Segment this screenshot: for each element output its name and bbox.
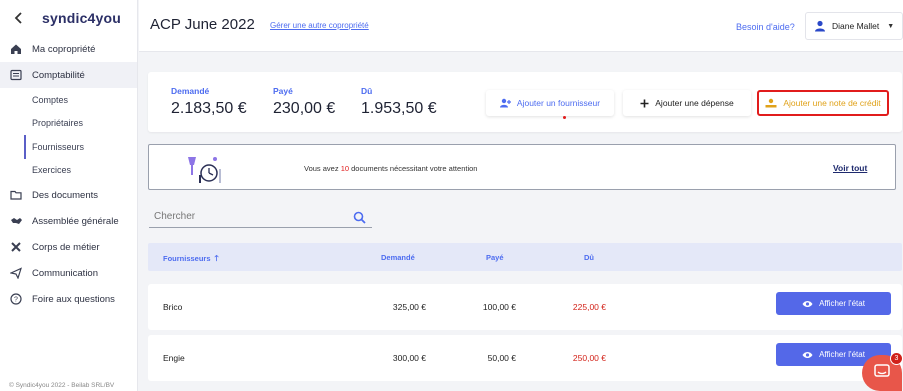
- add-expense-label: Ajouter une dépense: [655, 98, 734, 108]
- chevron-left-icon[interactable]: [12, 11, 26, 25]
- documents-illustration-icon: [185, 153, 229, 185]
- add-credit-note-button[interactable]: Ajouter une note de crédit: [757, 90, 889, 116]
- metric-value: 230,00 €: [273, 100, 336, 117]
- column-header-paid: Payé: [486, 253, 504, 262]
- show-state-button[interactable]: Afficher l'état: [776, 292, 891, 315]
- tools-icon: [9, 240, 23, 254]
- sidebar-subitem-fournisseurs[interactable]: Fournisseurs: [24, 135, 137, 159]
- add-supplier-label: Ajouter un fournisseur: [516, 98, 601, 108]
- sidebar-item-ma-copropriete[interactable]: Ma copropriété: [0, 36, 137, 62]
- metric-label: Demandé: [171, 86, 210, 96]
- sort-up-icon[interactable]: 🡑: [215, 253, 219, 267]
- logo[interactable]: syndic4you: [42, 10, 121, 26]
- cell-paid: 100,00 €: [482, 302, 516, 312]
- cell-demanded: 325,00 €: [392, 302, 426, 312]
- summary-card: Demandé 2.183,50 € Payé 230,00 € Dû 1.95…: [148, 72, 902, 132]
- question-icon: ?: [9, 292, 23, 306]
- column-header-demanded: Demandé: [381, 253, 415, 262]
- logo-row: syndic4you: [0, 0, 137, 36]
- folder-icon: [9, 188, 23, 202]
- sidebar-subitem-proprietaires[interactable]: Propriétaires: [0, 112, 137, 136]
- column-header-label: Fournisseurs: [163, 254, 211, 263]
- metric-value: 2.183,50 €: [171, 100, 247, 117]
- sidebar-item-label: Comptabilité: [32, 69, 85, 81]
- notice-text-after: documents nécessitant votre attention: [349, 164, 478, 173]
- sidebar-nav: Ma copropriété Comptabilité Comptes Prop…: [0, 36, 137, 312]
- sidebar-item-label: Communication: [32, 267, 98, 279]
- cell-due: 250,00 €: [572, 353, 606, 363]
- notice-count: 10: [340, 164, 350, 173]
- notice-text-before: Vous avez: [304, 164, 341, 173]
- sidebar: syndic4you Ma copropriété Comptabilité C…: [0, 0, 138, 391]
- notice-text: Vous avez 10 documents nécessitant votre…: [304, 164, 477, 173]
- metric-paid: Payé 230,00 €: [273, 86, 335, 118]
- search-icon[interactable]: [353, 211, 366, 224]
- table-row: Engie 300,00 € 50,00 € 250,00 € Afficher…: [148, 335, 902, 381]
- attention-notice: Vous avez 10 documents nécessitant votre…: [148, 144, 896, 190]
- plus-icon: [640, 99, 649, 108]
- table-header: Fournisseurs 🡑 Demandé Payé Dû: [148, 243, 902, 271]
- cell-supplier: Brico: [163, 302, 183, 312]
- metric-value: 1.953,50 €: [361, 100, 437, 117]
- header: ACP June 2022 Gérer une autre copropriét…: [139, 0, 903, 52]
- metric-due: Dû 1.953,50 €: [361, 86, 437, 118]
- user-name: Diane Mallet: [832, 21, 880, 31]
- search-bar: [149, 208, 372, 228]
- metric-demanded: Demandé 2.183,50 €: [171, 86, 247, 118]
- sidebar-footer: © Syndic4you 2022 - Beilab SRL/BV: [9, 382, 115, 389]
- chat-badge: 3: [890, 352, 903, 365]
- add-credit-note-label: Ajouter une note de crédit: [783, 98, 881, 108]
- sidebar-item-documents[interactable]: Des documents: [0, 182, 137, 208]
- notification-dot: [563, 116, 566, 119]
- search-input[interactable]: [154, 211, 344, 222]
- sidebar-item-communication[interactable]: Communication: [0, 260, 137, 286]
- sidebar-item-label: Foire aux questions: [32, 293, 115, 305]
- home-icon: [9, 42, 23, 56]
- sidebar-item-comptabilite[interactable]: Comptabilité: [0, 62, 137, 88]
- eye-icon: [802, 351, 813, 359]
- chat-icon: [874, 363, 890, 383]
- add-expense-button[interactable]: Ajouter une dépense: [623, 90, 751, 116]
- table-row: Brico 325,00 € 100,00 € 225,00 € Affiche…: [148, 284, 902, 330]
- sidebar-item-label: Des documents: [32, 189, 99, 201]
- caret-down-icon: ▼: [887, 22, 895, 30]
- sidebar-item-assemblee[interactable]: Assemblée générale: [0, 208, 137, 234]
- cell-supplier: Engie: [163, 353, 185, 363]
- manage-property-link[interactable]: Gérer une autre copropriété: [270, 21, 369, 30]
- add-user-icon: [499, 98, 511, 108]
- metric-label: Dû: [361, 86, 373, 96]
- ledger-icon: [9, 68, 23, 82]
- add-supplier-button[interactable]: Ajouter un fournisseur: [486, 90, 614, 116]
- column-header-supplier[interactable]: Fournisseurs 🡑: [163, 253, 219, 267]
- show-state-label: Afficher l'état: [819, 299, 865, 308]
- show-state-label: Afficher l'état: [819, 350, 865, 359]
- cell-due: 225,00 €: [572, 302, 606, 312]
- sidebar-item-label: Corps de métier: [32, 241, 100, 253]
- svg-text:?: ?: [14, 297, 18, 304]
- sidebar-item-label: Assemblée générale: [32, 215, 119, 227]
- handshake-icon: [9, 214, 23, 228]
- cell-paid: 50,00 €: [487, 353, 516, 363]
- sidebar-item-faq[interactable]: ? Foire aux questions: [0, 286, 137, 312]
- column-header-due: Dû: [584, 253, 594, 262]
- user-menu[interactable]: Diane Mallet ▼: [805, 12, 903, 40]
- see-all-link[interactable]: Voir tout: [833, 163, 867, 173]
- sidebar-item-label: Ma copropriété: [32, 43, 96, 55]
- sidebar-subitem-comptes[interactable]: Comptes: [0, 88, 137, 112]
- help-link[interactable]: Besoin d'aide?: [736, 22, 795, 32]
- page-title: ACP June 2022: [150, 16, 255, 33]
- user-icon: [814, 20, 826, 32]
- metric-label: Payé: [273, 86, 293, 96]
- eye-icon: [802, 300, 813, 308]
- send-icon: [9, 266, 23, 280]
- coin-hand-icon: [765, 98, 777, 109]
- sidebar-subitem-exercices[interactable]: Exercices: [0, 159, 137, 183]
- sidebar-item-corps-de-metier[interactable]: Corps de métier: [0, 234, 137, 260]
- cell-demanded: 300,00 €: [392, 353, 426, 363]
